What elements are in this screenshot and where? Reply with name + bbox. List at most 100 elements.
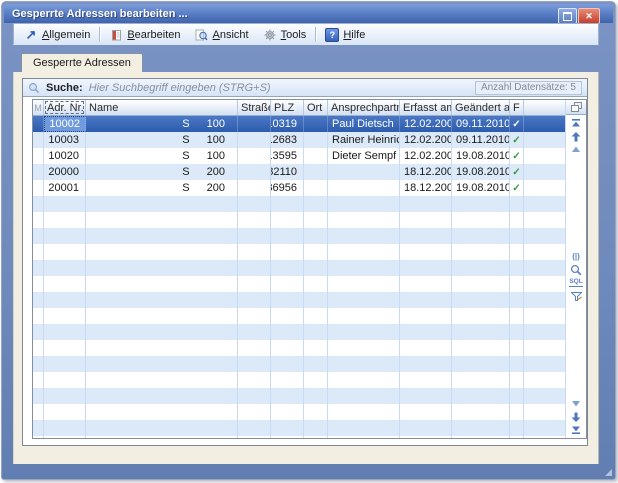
maximize-icon <box>563 12 572 21</box>
cell-strasse[interactable] <box>238 132 271 148</box>
cell-f-check[interactable]: ✓ <box>510 132 524 148</box>
cell-strasse[interactable] <box>238 180 271 196</box>
cell-ort[interactable] <box>304 164 328 180</box>
cell-m[interactable] <box>33 164 44 180</box>
cell-name[interactable]: S100 <box>86 132 238 148</box>
cell-ansprechpartner[interactable]: Rainer Heinrich <box>328 132 400 148</box>
cell-erfasst-am[interactable]: 18.12.2006 <box>400 180 452 196</box>
column-header-m[interactable]: M <box>33 100 44 115</box>
table-row[interactable]: 20001S200 86956 18.12.200619.08.2010✓ <box>33 180 565 196</box>
cell-plz[interactable]: 82110 <box>271 164 304 180</box>
table-row-selected[interactable]: 10002S100 10319 Paul Dietsch12.02.200709.1… <box>33 116 565 132</box>
tab-gesperrte-adressen[interactable]: Gesperrte Adressen <box>21 53 143 72</box>
cell-ansprechpartner[interactable] <box>328 180 400 196</box>
cell-plz[interactable]: 10319 <box>271 116 304 132</box>
copy-icon[interactable] <box>567 101 585 114</box>
cell-adr-nr[interactable]: 20001 <box>44 180 86 196</box>
column-header-plz[interactable]: PLZ <box>271 100 304 115</box>
cell-adr-nr[interactable]: 10020 <box>44 148 86 164</box>
cell-geaendert-am[interactable]: 19.08.2010 <box>452 180 510 196</box>
sql-icon[interactable]: SQL <box>567 277 585 290</box>
column-header-geaendert-am[interactable]: Geändert am <box>452 100 510 115</box>
cell-ansprechpartner-empty <box>328 276 400 292</box>
resize-grip[interactable] <box>605 469 612 476</box>
cell-ansprechpartner[interactable]: Paul Dietsch <box>328 116 400 132</box>
cell-f-check[interactable]: ✓ <box>510 116 524 132</box>
cell-strasse[interactable] <box>238 164 271 180</box>
cell-ansprechpartner[interactable]: Dieter Sempf <box>328 148 400 164</box>
search-bar[interactable]: Suche: Hier Suchbegriff eingeben (STRG+S… <box>23 79 587 97</box>
zoom-icon[interactable] <box>567 264 585 277</box>
cell-name[interactable]: S100 <box>86 116 238 132</box>
cell-erfasst-am[interactable]: 12.02.2007 <box>400 148 452 164</box>
menu-item-ansicht[interactable]: Ansicht <box>188 24 256 45</box>
cell-ort[interactable] <box>304 148 328 164</box>
menu-item-hilfe[interactable]: ?Hilfe <box>318 24 372 45</box>
cell-plz-empty <box>271 228 304 244</box>
cell-strasse[interactable] <box>238 116 271 132</box>
jump-down-icon[interactable] <box>567 410 585 423</box>
cell-name[interactable]: S100 <box>86 148 238 164</box>
cell-erfasst-am[interactable]: 18.12.2006 <box>400 164 452 180</box>
cell-ansprechpartner[interactable] <box>328 164 400 180</box>
cell-adr-nr-empty <box>44 196 86 212</box>
scroll-top-icon[interactable] <box>567 117 585 130</box>
jump-up-icon[interactable] <box>567 130 585 143</box>
cell-adr-nr[interactable]: 20000 <box>44 164 86 180</box>
cell-ort-empty <box>304 340 328 356</box>
column-header-erfasst-am[interactable]: Erfasst am <box>400 100 452 115</box>
maximize-button[interactable] <box>558 8 577 24</box>
table-row[interactable]: 10003S100 12683 Rainer Heinrich12.02.20070… <box>33 132 565 148</box>
cell-ort-empty <box>304 196 328 212</box>
table-row[interactable]: 10020S100 13595 Dieter Sempf12.02.200719.0… <box>33 148 565 164</box>
step-down-icon[interactable] <box>567 397 585 410</box>
column-header-strasse[interactable]: Straße <box>238 100 271 115</box>
cell-f-empty <box>510 324 524 340</box>
cell-name-empty <box>86 388 238 404</box>
cell-f-check[interactable]: ✓ <box>510 148 524 164</box>
cell-erfasst-am[interactable]: 12.02.2007 <box>400 116 452 132</box>
cell-adr-nr[interactable]: 10003 <box>44 132 86 148</box>
cell-erfasst-am[interactable]: 12.02.2007 <box>400 132 452 148</box>
cell-m[interactable] <box>33 148 44 164</box>
cell-geaendert-am[interactable]: 09.11.2010 <box>452 116 510 132</box>
cell-geaendert-am[interactable]: 19.08.2010 <box>452 164 510 180</box>
cell-geaendert-am[interactable]: 19.08.2010 <box>452 148 510 164</box>
cell-name-empty <box>86 244 238 260</box>
menu-item-tools[interactable]: Tools <box>256 24 314 45</box>
cell-strasse[interactable] <box>238 148 271 164</box>
record-count-icon[interactable]: (|) <box>567 251 585 264</box>
column-header-adr-nr[interactable]: Adr. Nr. <box>44 100 86 115</box>
column-header-ansprechpartner[interactable]: Ansprechpartner <box>328 100 400 115</box>
cell-ort[interactable] <box>304 180 328 196</box>
cell-m-empty <box>33 244 44 260</box>
close-button[interactable]: ✕ <box>578 8 600 24</box>
column-header-name[interactable]: Name <box>86 100 238 115</box>
cell-adr-nr[interactable]: 10002 <box>44 116 86 132</box>
cell-plz[interactable]: 12683 <box>271 132 304 148</box>
cell-name[interactable]: S200 <box>86 180 238 196</box>
filter-icon[interactable] <box>567 290 585 303</box>
cell-plz[interactable]: 13595 <box>271 148 304 164</box>
cell-ort[interactable] <box>304 116 328 132</box>
cell-plz-empty <box>271 260 304 276</box>
cell-geaendert-am[interactable]: 09.11.2010 <box>452 132 510 148</box>
cell-name[interactable]: S200 <box>86 164 238 180</box>
column-header-ort[interactable]: Ort <box>304 100 328 115</box>
cell-f-empty <box>510 356 524 372</box>
search-input[interactable]: Hier Suchbegriff eingeben (STRG+S) <box>89 82 475 94</box>
cell-f-check[interactable]: ✓ <box>510 164 524 180</box>
scroll-bottom-icon[interactable] <box>567 423 585 436</box>
column-header-f[interactable]: F <box>510 100 524 115</box>
cell-m[interactable] <box>33 132 44 148</box>
cell-ort[interactable] <box>304 132 328 148</box>
cell-plz[interactable]: 86956 <box>271 180 304 196</box>
cell-f-check[interactable]: ✓ <box>510 180 524 196</box>
step-up-icon[interactable] <box>567 143 585 156</box>
cell-m[interactable] <box>33 180 44 196</box>
menu-item-allgemein[interactable]: ↗Allgemein <box>17 24 97 45</box>
menu-item-bearbeiten[interactable]: Bearbeiten <box>102 24 187 45</box>
titlebar[interactable]: Gesperrte Adressen bearbeiten ... ✕ <box>4 4 613 23</box>
table-row[interactable]: 20000S200 82110 18.12.200619.08.2010✓ <box>33 164 565 180</box>
cell-m[interactable] <box>33 116 44 132</box>
